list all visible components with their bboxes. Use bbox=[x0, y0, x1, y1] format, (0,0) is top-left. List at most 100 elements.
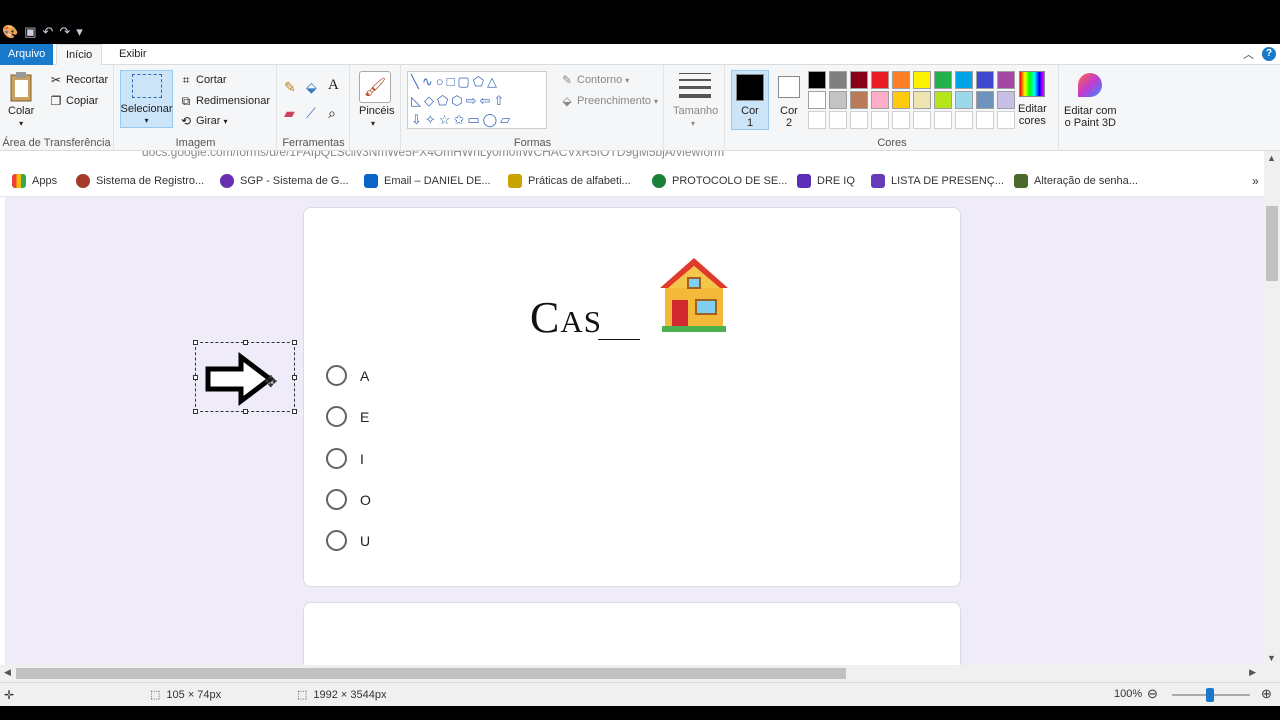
scroll-right-icon[interactable]: ▶ bbox=[1249, 667, 1256, 678]
palette-swatch[interactable] bbox=[955, 111, 973, 129]
copy-button[interactable]: ❐ Copiar bbox=[49, 94, 99, 108]
selection-box[interactable]: ✥ bbox=[193, 340, 297, 414]
palette-swatch[interactable] bbox=[850, 71, 868, 89]
radio-button[interactable] bbox=[326, 489, 347, 510]
scroll-down-icon[interactable]: ▼ bbox=[1267, 653, 1276, 663]
palette-swatch[interactable] bbox=[913, 91, 931, 109]
palette-swatch[interactable] bbox=[829, 71, 847, 89]
text-tool-icon[interactable]: A bbox=[328, 77, 339, 94]
vertical-scroll-thumb[interactable] bbox=[1266, 206, 1278, 281]
bookmark-item[interactable]: PROTOCOLO DE SE... bbox=[652, 174, 787, 188]
radio-button[interactable] bbox=[326, 365, 347, 386]
help-icon[interactable]: ? bbox=[1262, 47, 1276, 61]
palette-swatch[interactable] bbox=[871, 91, 889, 109]
pencil-icon[interactable]: ✎ bbox=[284, 79, 296, 96]
scroll-up-icon[interactable]: ▲ bbox=[1267, 153, 1276, 163]
bookmark-item[interactable]: Alteração de senha... bbox=[1014, 174, 1138, 188]
eraser-icon[interactable]: ▰ bbox=[284, 105, 295, 122]
option-i[interactable]: I bbox=[326, 448, 364, 469]
palette-swatch[interactable] bbox=[913, 71, 931, 89]
palette-swatch[interactable] bbox=[892, 71, 910, 89]
customize-qat-icon[interactable]: ▾ bbox=[76, 24, 83, 40]
undo-icon[interactable]: ↶ bbox=[42, 24, 53, 40]
edit-colors-button[interactable]: Editar cores bbox=[1018, 71, 1047, 127]
vertical-scrollbar[interactable]: ▲ ▼ bbox=[1264, 151, 1280, 665]
rotate-button[interactable]: ⟲ Girar ▾ bbox=[179, 114, 228, 128]
palette-swatch[interactable] bbox=[997, 71, 1015, 89]
bookmark-item[interactable]: Email – DANIEL DE... bbox=[364, 174, 491, 188]
option-e[interactable]: E bbox=[326, 406, 369, 427]
line-shape-icon[interactable]: ╲∿○□▢⬠△ bbox=[411, 74, 500, 89]
palette-swatch[interactable] bbox=[871, 71, 889, 89]
bookmark-item[interactable]: Sistema de Registro... bbox=[76, 174, 204, 188]
palette-swatch[interactable] bbox=[871, 111, 889, 129]
tab-home[interactable]: Início bbox=[56, 44, 103, 66]
palette-swatch[interactable] bbox=[850, 111, 868, 129]
palette-swatch[interactable] bbox=[913, 111, 931, 129]
horizontal-scrollbar[interactable]: ◀ ▶ bbox=[0, 665, 1264, 682]
palette-swatch[interactable] bbox=[955, 91, 973, 109]
tab-file[interactable]: Arquivo bbox=[0, 44, 54, 65]
palette-swatch[interactable] bbox=[976, 111, 994, 129]
size-group[interactable]: Tamanho ▾ bbox=[665, 65, 725, 151]
scroll-left-icon[interactable]: ◀ bbox=[4, 667, 11, 678]
crop-button[interactable]: ⌗ Cortar bbox=[179, 73, 227, 87]
fill-button[interactable]: ⬙ Preenchimento ▾ bbox=[560, 94, 658, 108]
palette-swatch[interactable] bbox=[997, 111, 1015, 129]
select-button[interactable]: Selecionar ▾ bbox=[120, 70, 173, 128]
color1-button[interactable]: Cor 1 bbox=[731, 70, 769, 130]
option-u[interactable]: U bbox=[326, 530, 370, 551]
paint3d-group[interactable]: Editar com o Paint 3D bbox=[1060, 65, 1124, 151]
palette-swatch[interactable] bbox=[829, 111, 847, 129]
paste-button[interactable]: Colar ▾ bbox=[8, 71, 34, 128]
palette-swatch[interactable] bbox=[934, 111, 952, 129]
edit-paint3d-button[interactable]: Editar com o Paint 3D bbox=[1064, 73, 1117, 129]
palette-swatch[interactable] bbox=[850, 91, 868, 109]
bookmark-item[interactable]: LISTA DE PRESENÇ... bbox=[871, 174, 1004, 188]
save-icon[interactable]: ▣ bbox=[24, 24, 36, 40]
palette-swatch[interactable] bbox=[934, 71, 952, 89]
bookmark-item[interactable]: DRE IQ bbox=[797, 174, 855, 188]
palette-swatch[interactable] bbox=[997, 91, 1015, 109]
magnifier-icon[interactable]: ⌕ bbox=[328, 105, 336, 122]
zoom-out-icon[interactable]: ⊖ bbox=[1147, 686, 1158, 702]
palette-swatch[interactable] bbox=[892, 91, 910, 109]
bookmark-item[interactable]: SGP - Sistema de G... bbox=[220, 174, 349, 188]
palette-swatch[interactable] bbox=[808, 71, 826, 89]
radio-button[interactable] bbox=[326, 530, 347, 551]
palette-swatch[interactable] bbox=[955, 71, 973, 89]
fill-bucket-icon[interactable]: ⬙ bbox=[306, 79, 317, 96]
option-a[interactable]: A bbox=[326, 365, 369, 386]
brushes-group[interactable]: 🖌 Pincéis ▾ bbox=[351, 65, 401, 151]
color2-button[interactable]: Cor 2 bbox=[774, 70, 804, 130]
tab-view[interactable]: Exibir bbox=[110, 44, 156, 65]
resize-button[interactable]: ⧉ Redimensionar bbox=[179, 94, 270, 108]
outline-button[interactable]: ✎ Contorno ▾ bbox=[560, 73, 629, 87]
palette-swatch[interactable] bbox=[934, 91, 952, 109]
radio-button[interactable] bbox=[326, 406, 347, 427]
option-label: U bbox=[360, 532, 371, 549]
color-picker-icon[interactable]: ⟋ bbox=[306, 105, 316, 122]
bookmark-item[interactable]: Práticas de alfabeti... bbox=[508, 174, 631, 188]
palette-swatch[interactable] bbox=[892, 111, 910, 129]
redo-icon[interactable]: ↷ bbox=[59, 24, 70, 40]
bookmark-apps[interactable]: Apps bbox=[12, 174, 57, 188]
palette-swatch[interactable] bbox=[976, 71, 994, 89]
horizontal-scroll-thumb[interactable] bbox=[16, 668, 846, 679]
outline-label: Contorno bbox=[577, 74, 623, 86]
zoom-slider[interactable] bbox=[1172, 688, 1250, 702]
zoom-in-icon[interactable]: ⊕ bbox=[1261, 686, 1272, 702]
cut-button[interactable]: ✂ Recortar bbox=[49, 73, 108, 87]
zoom-slider-thumb[interactable] bbox=[1206, 688, 1214, 702]
palette-swatch[interactable] bbox=[808, 91, 826, 109]
palette-swatch[interactable] bbox=[976, 91, 994, 109]
palette-swatch[interactable] bbox=[829, 91, 847, 109]
palette-swatch[interactable] bbox=[808, 111, 826, 129]
collapse-ribbon-icon[interactable]: ︿ bbox=[1243, 46, 1254, 62]
shapes-gallery[interactable]: ╲∿○□▢⬠△ ◺◇⬠⬡⇨⇦⇧ ⇩✧☆✩▭◯▱ bbox=[407, 71, 547, 129]
option-o[interactable]: O bbox=[326, 489, 371, 510]
arrow-shape-icon[interactable]: ⇩✧☆✩▭◯▱ bbox=[411, 112, 513, 127]
radio-button[interactable] bbox=[326, 448, 347, 469]
polygon-shape-icon[interactable]: ◺◇⬠⬡⇨⇦⇧ bbox=[411, 93, 507, 108]
more-bookmarks-icon[interactable]: » bbox=[1252, 174, 1259, 188]
